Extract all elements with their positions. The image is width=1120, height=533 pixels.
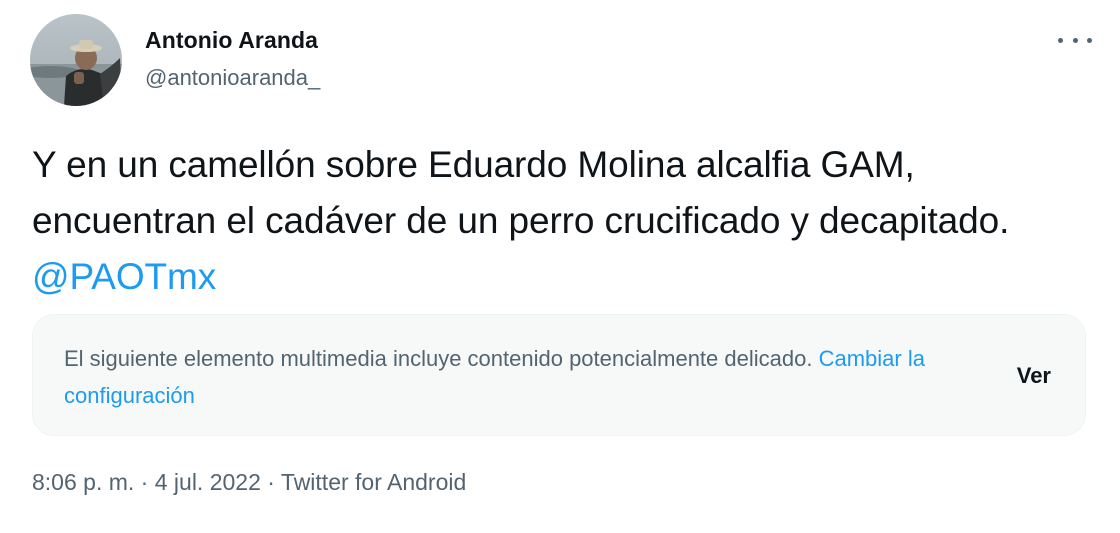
tweet-date[interactable]: 4 jul. 2022 <box>155 469 261 495</box>
avatar-photo <box>30 14 122 106</box>
meta-separator: · <box>267 469 275 495</box>
more-horizontal-icon <box>1058 37 1063 43</box>
warning-text: El siguiente elemento multimedia incluye… <box>64 346 819 371</box>
tweet-text-content: Y en un camellón sobre Eduardo Molina al… <box>32 144 1010 241</box>
avatar[interactable] <box>30 14 122 106</box>
more-horizontal-icon-dot <box>1072 37 1078 43</box>
tweet-meta: 8:06 p. m. · 4 jul. 2022 · Twitter for A… <box>32 469 466 496</box>
mention-link[interactable]: @PAOTmx <box>32 256 216 297</box>
tweet-card: Antonio Aranda @antonioaranda_ Y en un c… <box>0 0 1120 533</box>
more-horizontal-icon-dot <box>1087 37 1092 43</box>
tweet-text: Y en un camellón sobre Eduardo Molina al… <box>32 137 1092 305</box>
sensitive-media-warning: El siguiente elemento multimedia incluye… <box>32 314 1086 436</box>
view-media-button[interactable]: Ver <box>1017 363 1051 389</box>
display-name[interactable]: Antonio Aranda <box>145 27 318 54</box>
tweet-source[interactable]: Twitter for Android <box>281 469 466 495</box>
meta-separator: · <box>140 469 149 495</box>
user-handle[interactable]: @antonioaranda_ <box>145 65 320 91</box>
tweet-time[interactable]: 8:06 p. m. <box>32 469 134 495</box>
more-options-button[interactable] <box>1058 30 1092 50</box>
warning-message: El siguiente elemento multimedia incluye… <box>64 340 944 414</box>
